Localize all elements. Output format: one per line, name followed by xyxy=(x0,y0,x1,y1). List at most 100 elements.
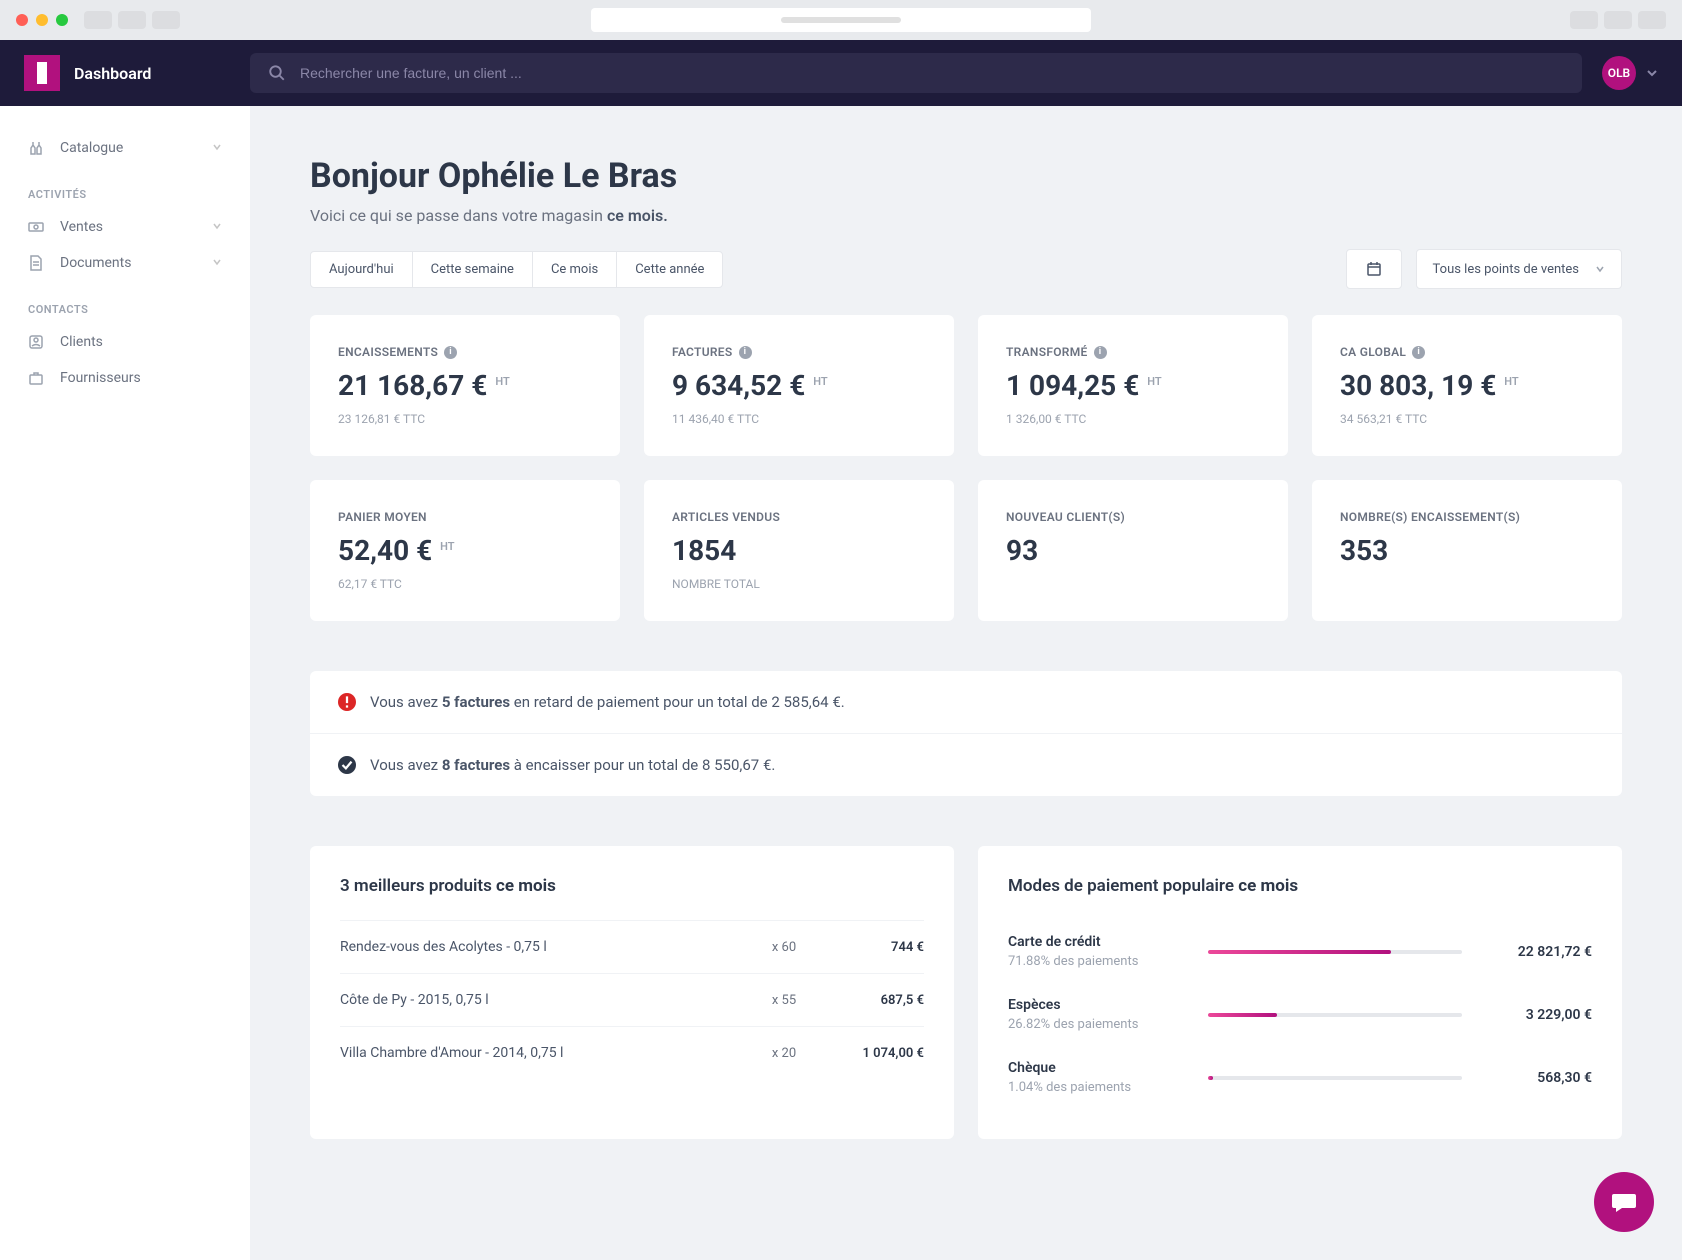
product-name: Côte de Py - 2015, 0,75 l xyxy=(340,992,744,1008)
close-window[interactable] xyxy=(16,14,28,26)
stat-sub: 11 436,40 € TTC xyxy=(672,412,926,426)
stat-card: NOUVEAU CLIENT(S)93 xyxy=(978,480,1288,621)
sidebar-item-clients[interactable]: Clients xyxy=(0,324,250,360)
topbar: Dashboard OLB xyxy=(0,40,1682,106)
info-icon[interactable]: i xyxy=(444,346,457,359)
search-icon xyxy=(268,64,286,82)
chrome-right-buttons xyxy=(1570,11,1666,29)
info-icon[interactable]: i xyxy=(1412,346,1425,359)
payment-pct: 1.04% des paiements xyxy=(1008,1080,1188,1095)
sidebar: Catalogue ACTIVITÉS Ventes Documents CON… xyxy=(0,106,250,1260)
payment-name: Chèque xyxy=(1008,1060,1188,1076)
payment-name: Espèces xyxy=(1008,997,1188,1013)
panel-title: Modes de paiement populaire ce mois xyxy=(1008,876,1592,896)
search-bar[interactable] xyxy=(250,53,1582,93)
stat-sub: 23 126,81 € TTC xyxy=(338,412,592,426)
product-row[interactable]: Villa Chambre d'Amour - 2014, 0,75 lx 20… xyxy=(340,1026,924,1079)
chrome-btn[interactable] xyxy=(1638,11,1666,29)
stat-card: TRANSFORMÉi1 094,25 €HT1 326,00 € TTC xyxy=(978,315,1288,456)
stat-label: FACTURESi xyxy=(672,345,926,359)
stat-label: NOMBRE(S) ENCAISSEMENT(S) xyxy=(1340,510,1594,524)
briefcase-icon xyxy=(28,370,46,386)
stat-sub: 34 563,21 € TTC xyxy=(1340,412,1594,426)
chat-button[interactable] xyxy=(1594,1172,1654,1232)
chrome-btn[interactable] xyxy=(1604,11,1632,29)
alert-late-invoices[interactable]: Vous avez 5 factures en retard de paieme… xyxy=(310,671,1622,734)
stat-value: 353 xyxy=(1340,534,1594,567)
period-tab-week[interactable]: Cette semaine xyxy=(412,251,533,288)
panel-title: 3 meilleurs produits ce mois xyxy=(340,876,924,896)
stat-card: ARTICLES VENDUS1854NOMBRE TOTAL xyxy=(644,480,954,621)
stat-value: 1854 xyxy=(672,534,926,567)
chrome-nav-btn[interactable] xyxy=(152,11,180,29)
payment-row: Carte de crédit71.88% des paiements22 82… xyxy=(1008,920,1592,983)
sidebar-item-fournisseurs[interactable]: Fournisseurs xyxy=(0,360,250,396)
stat-card: PANIER MOYEN52,40 €HT62,17 € TTC xyxy=(310,480,620,621)
payment-value: 22 821,72 € xyxy=(1482,944,1592,960)
info-icon[interactable]: i xyxy=(1094,346,1107,359)
top-products-panel: 3 meilleurs produits ce mois Rendez-vous… xyxy=(310,846,954,1139)
product-row[interactable]: Côte de Py - 2015, 0,75 lx 55687,5 € xyxy=(340,973,924,1026)
sidebar-label: Catalogue xyxy=(60,140,123,156)
brand-label: Dashboard xyxy=(74,64,151,83)
sidebar-label: Ventes xyxy=(60,219,103,235)
stat-sub: NOMBRE TOTAL xyxy=(672,577,926,591)
period-tab-month[interactable]: Ce mois xyxy=(532,251,617,288)
period-tab-today[interactable]: Aujourd'hui xyxy=(310,251,413,288)
alerts-panel: Vous avez 5 factures en retard de paieme… xyxy=(310,671,1622,796)
stat-label: NOUVEAU CLIENT(S) xyxy=(1006,510,1260,524)
payments-panel: Modes de paiement populaire ce mois Cart… xyxy=(978,846,1622,1139)
url-bar[interactable] xyxy=(591,8,1091,32)
stat-value: 9 634,52 €HT xyxy=(672,369,926,402)
alert-icon xyxy=(338,693,356,711)
calendar-icon xyxy=(1366,261,1382,277)
chrome-nav-btn[interactable] xyxy=(118,11,146,29)
stat-sub: 1 326,00 € TTC xyxy=(1006,412,1260,426)
product-row[interactable]: Rendez-vous des Acolytes - 0,75 lx 60744… xyxy=(340,920,924,973)
chrome-nav-btn[interactable] xyxy=(84,11,112,29)
payment-row: Chèque 1.04% des paiements 568,30 € xyxy=(1008,1046,1592,1109)
user-icon xyxy=(28,334,46,350)
payment-pct: 71.88% des paiements xyxy=(1008,954,1188,969)
info-icon[interactable]: i xyxy=(739,346,752,359)
stat-value: 30 803, 19 €HT xyxy=(1340,369,1594,402)
logo-area[interactable]: Dashboard xyxy=(0,55,250,91)
payment-row: Espèces26.82% des paiements3 229,00 € xyxy=(1008,983,1592,1046)
product-value: 687,5 € xyxy=(824,993,924,1008)
pos-select[interactable]: Tous les points de ventes xyxy=(1416,249,1622,289)
chevron-down-icon xyxy=(212,219,222,235)
payment-pct: 26.82% des paiements xyxy=(1008,1017,1188,1032)
maximize-window[interactable] xyxy=(56,14,68,26)
sidebar-label: Documents xyxy=(60,255,131,271)
payment-bar xyxy=(1208,1076,1462,1080)
stats-grid: ENCAISSEMENTSi21 168,67 €HT23 126,81 € T… xyxy=(310,315,1622,621)
chrome-btn[interactable] xyxy=(1570,11,1598,29)
bottle-icon xyxy=(28,140,46,156)
stat-value: 52,40 €HT xyxy=(338,534,592,567)
product-value: 1 074,00 € xyxy=(824,1046,924,1061)
stat-value: 21 168,67 €HT xyxy=(338,369,592,402)
sidebar-item-documents[interactable]: Documents xyxy=(0,245,250,281)
stat-card: NOMBRE(S) ENCAISSEMENT(S) 353 xyxy=(1312,480,1622,621)
check-circle-icon xyxy=(338,756,356,774)
document-icon xyxy=(28,255,46,271)
search-input[interactable] xyxy=(300,65,1564,81)
chrome-nav-buttons xyxy=(84,11,180,29)
chat-icon xyxy=(1610,1188,1638,1216)
sidebar-label: Clients xyxy=(60,334,103,350)
sidebar-section-activites: ACTIVITÉS xyxy=(0,166,250,209)
user-menu[interactable]: OLB xyxy=(1602,56,1658,90)
payment-value: 568,30 € xyxy=(1482,1070,1592,1086)
calendar-button[interactable] xyxy=(1346,249,1402,289)
sidebar-item-ventes[interactable]: Ventes xyxy=(0,209,250,245)
alert-pending-invoices[interactable]: Vous avez 8 factures à encaisser pour un… xyxy=(310,734,1622,796)
traffic-lights xyxy=(16,14,68,26)
minimize-window[interactable] xyxy=(36,14,48,26)
period-tab-year[interactable]: Cette année xyxy=(616,251,723,288)
greeting: Bonjour Ophélie Le Bras Voici ce qui se … xyxy=(310,156,1622,225)
chevron-down-icon xyxy=(1595,264,1605,274)
sidebar-item-catalogue[interactable]: Catalogue xyxy=(0,130,250,166)
product-qty: x 60 xyxy=(744,940,824,955)
logo-icon xyxy=(24,55,60,91)
pos-select-label: Tous les points de ventes xyxy=(1433,262,1579,277)
